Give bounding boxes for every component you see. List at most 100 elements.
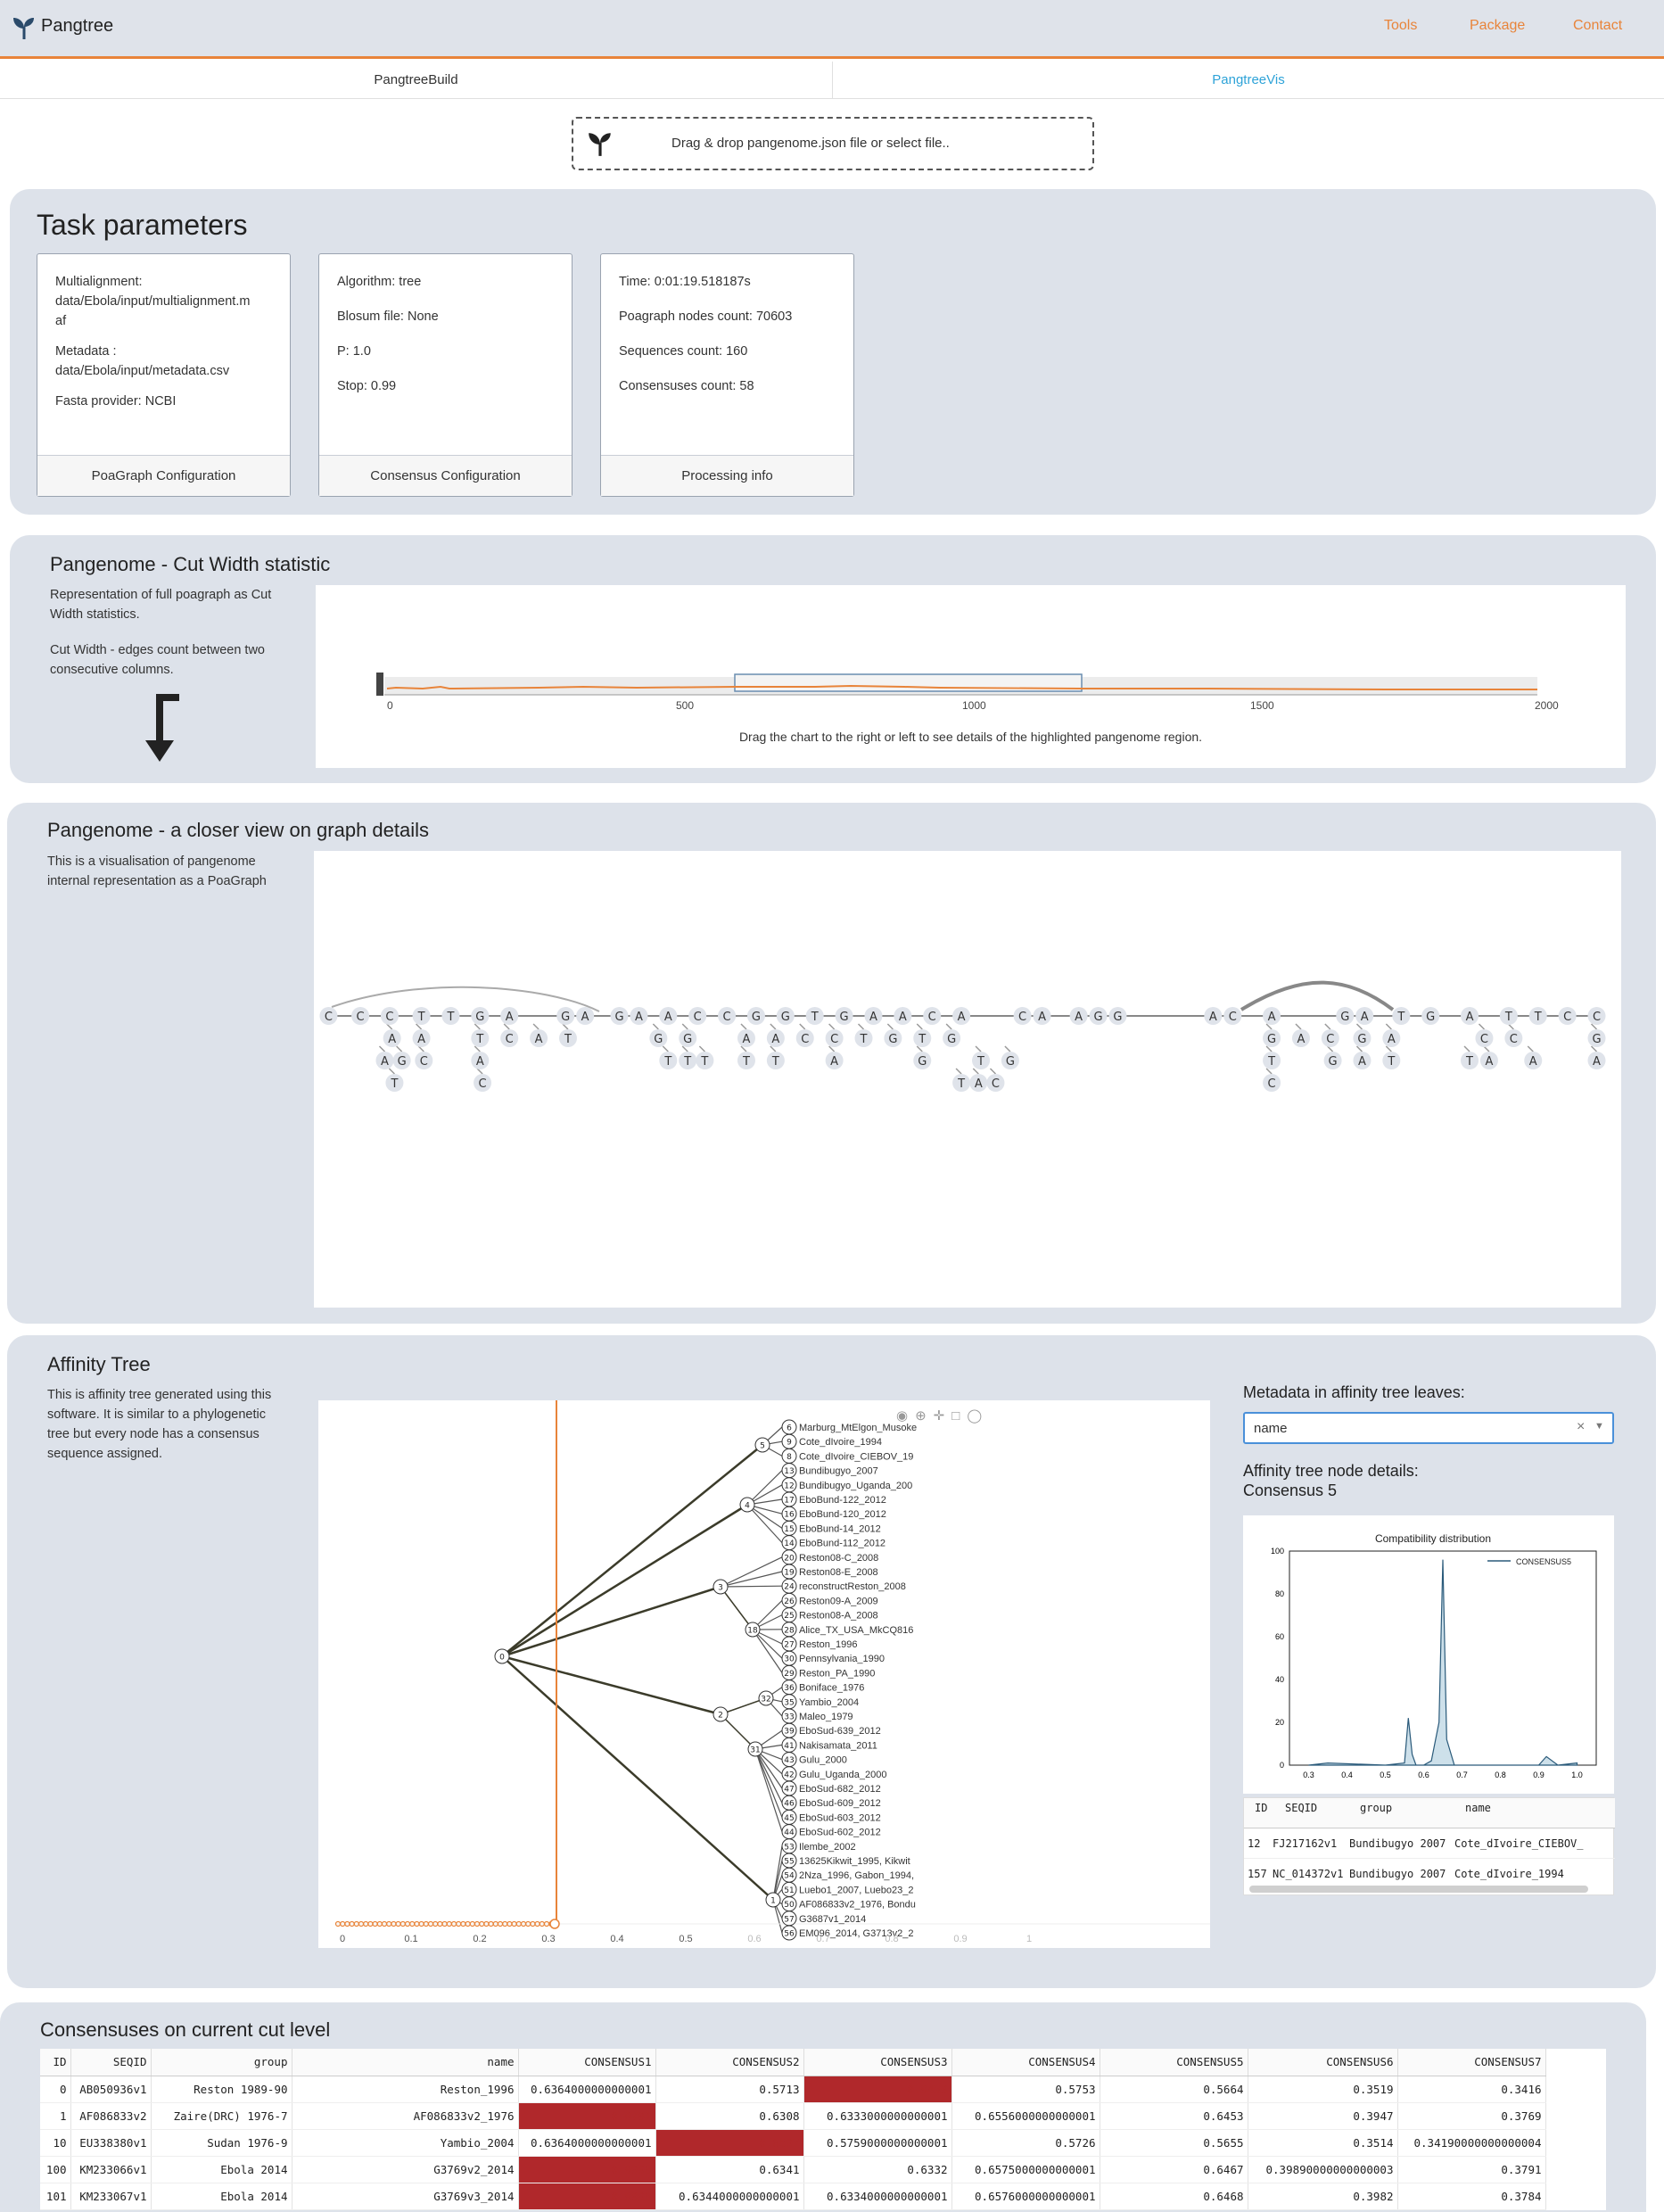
col-header[interactable]: ID	[40, 2049, 71, 2076]
tree-leaf-label: EboSud-682_2012	[799, 1784, 881, 1795]
tree-leaf-label: EboBund-112_2012	[799, 1539, 886, 1549]
poagraph-edge	[972, 1068, 979, 1075]
poagraph-node-label: A	[581, 1011, 589, 1024]
node-details-name: Consensus 5	[1243, 1482, 1338, 1499]
col-name[interactable]: name	[1465, 1802, 1491, 1814]
poagraph-edge	[1355, 1023, 1363, 1030]
tree-leaf-label: Pennsylvania_1990	[799, 1654, 885, 1664]
table-cell: 10	[40, 2129, 71, 2157]
affinity-tree-plot[interactable]: ◉⊕✛□◯ 0 1 2 3 4 5 18 31 32 6 Marburg_MtElgon_Musok…	[318, 1400, 1210, 1948]
metadata-select[interactable]: name × ▼	[1243, 1412, 1614, 1444]
cutwidth-chart[interactable]: 0 500 1000 1500 2000 Drag the chart to t…	[316, 585, 1626, 768]
table-header-row: ID SEQID group name CONSENSUS1 CONSENSUS2 CONS…	[40, 2049, 1546, 2076]
tab-pangtree-vis[interactable]: PangtreeVis	[833, 62, 1664, 99]
table-cell: 1	[40, 2102, 71, 2130]
col-header[interactable]: CONSENSUS3	[803, 2049, 952, 2076]
table-cell: AB050936v1	[70, 2076, 152, 2103]
chevron-down-icon[interactable]: ▼	[1594, 1421, 1604, 1432]
poagraph-edge	[740, 1023, 747, 1030]
card-line: Time: 0:01:19.518187s	[619, 275, 751, 289]
sprout-logo-icon[interactable]	[11, 14, 37, 41]
col-header[interactable]: CONSENSUS7	[1397, 2049, 1546, 2076]
poagraph-node-label: C	[1326, 1033, 1334, 1046]
col-group[interactable]: group	[1360, 1802, 1392, 1814]
poagraph-node-label: A	[1075, 1011, 1083, 1024]
tree-edge	[720, 1571, 783, 1588]
poagraph-node-label: G	[1267, 1033, 1276, 1046]
nav-contact-link[interactable]: Contact	[1573, 18, 1622, 34]
poagraph-node-label: T	[1465, 1055, 1473, 1069]
card-line: Fasta provider: NCBI	[55, 394, 177, 409]
poagraph-node-label: A	[771, 1033, 779, 1046]
poagraph-edge	[388, 1068, 395, 1075]
app-title[interactable]: Pangtree	[41, 16, 113, 37]
arrow-down-icon	[145, 694, 179, 762]
table-cell: 0.9998	[518, 2156, 656, 2183]
tree-leaf-id: 6	[787, 1424, 792, 1433]
tree-leaf-id: 56	[784, 1930, 795, 1939]
tab-pangtree-build[interactable]: PangtreeBuild	[0, 62, 833, 99]
cutwidth-desc: Representation of full poagraph as Cut W…	[50, 588, 272, 622]
table-row[interactable]: 157 NC_014372v1 Bundibugyo 2007 Cote_dIv…	[1244, 1859, 1615, 1889]
tree-node-label: 2	[718, 1712, 723, 1721]
consensuses-table[interactable]: ID SEQID group name CONSENSUS1 CONSENSUS2 CONS…	[40, 2049, 1546, 2210]
nav-tools-link[interactable]: Tools	[1384, 18, 1417, 34]
tree-leaf-id: 43	[784, 1756, 794, 1765]
file-dropzone[interactable]: Drag & drop pangenome.json file or selec…	[572, 117, 1094, 170]
cut-slider-handle[interactable]	[549, 1919, 560, 1929]
table-cell: Zaire(DRC) 1976-7	[151, 2102, 292, 2130]
tree-leaf-id: 28	[784, 1626, 795, 1635]
col-header[interactable]: group	[151, 2049, 292, 2076]
poagraph-node-label: A	[743, 1033, 751, 1046]
poagraph-node-label: A	[381, 1055, 389, 1069]
col-header[interactable]: CONSENSUS6	[1248, 2049, 1398, 2076]
table-cell: 0.5713	[655, 2076, 804, 2103]
col-header[interactable]: CONSENSUS4	[951, 2049, 1100, 2076]
tree-leaf-id: 14	[784, 1539, 795, 1548]
col-seqid[interactable]: SEQID	[1285, 1802, 1317, 1814]
x-tick-label: 0.9	[1533, 1770, 1545, 1779]
clear-icon[interactable]: ×	[1577, 1419, 1585, 1435]
table-row[interactable]: 1 AF086833v2 Zaire(DRC) 1976-7 AF086833v2_1…	[40, 2102, 1546, 2130]
horizontal-scrollbar[interactable]	[1249, 1886, 1588, 1893]
col-header[interactable]: SEQID	[70, 2049, 152, 2076]
poagraph-node-label: C	[928, 1011, 936, 1024]
table-row[interactable]: 0 AB050936v1 Reston 1989-90 Reston_1996 0.63…	[40, 2076, 1546, 2103]
tree-leaf-id: 30	[784, 1655, 795, 1664]
table-cell: 0.6575000000000001	[951, 2156, 1100, 2183]
col-header[interactable]: CONSENSUS5	[1100, 2049, 1248, 2076]
nav-package-link[interactable]: Package	[1470, 18, 1525, 34]
tree-leaf-id: 47	[784, 1786, 794, 1795]
card-line: af	[55, 314, 67, 328]
tree-leaf-id: 53	[784, 1843, 794, 1852]
table-row[interactable]: 100 KM233066v1 Ebola 2014 G3769v2_2014 0.999…	[40, 2156, 1546, 2183]
poagraph-node-label: C	[357, 1011, 365, 1024]
col-id[interactable]: ID	[1255, 1802, 1267, 1814]
tree-leaf-id: 41	[784, 1742, 794, 1751]
tree-edge	[720, 1586, 754, 1630]
table-row[interactable]: 101 KM233067v1 Ebola 2014 G3769v3_2014 0.999…	[40, 2183, 1546, 2210]
node-sequences-table[interactable]: ID SEQID group name 12 FJ217162v1 Bundib…	[1243, 1797, 1615, 1895]
x-tick-label: 0.6	[747, 1934, 761, 1944]
table-row[interactable]: 10 EU338380v1 Sudan 1976-9 Yambio_2004 0.636…	[40, 2129, 1546, 2157]
poagraph-view[interactable]: CCCTTGAGAGAACCGGTGAACACAAGGACAGATGATTCCA…	[314, 851, 1621, 1308]
poagraph-edge	[1385, 1023, 1392, 1030]
tree-leaf-label: Bundibugyo_2007	[799, 1466, 878, 1477]
x-tick-label: 0.7	[1456, 1770, 1468, 1779]
table-cell: 0.6364000000000001	[518, 2129, 656, 2157]
col-header[interactable]: CONSENSUS1	[518, 2049, 656, 2076]
table-cell: Ebola 2014	[151, 2156, 292, 2183]
table-cell: 0.6556000000000001	[951, 2102, 1100, 2130]
poagraph-node-label: T	[976, 1055, 984, 1069]
poagraph-node-label: A	[1038, 1011, 1046, 1024]
table-row[interactable]: 12 FJ217162v1 Bundibugyo 2007 Cote_dIvoi…	[1244, 1828, 1615, 1859]
tree-leaf-label: Boniface_1976	[799, 1683, 864, 1694]
y-tick-label: 60	[1275, 1632, 1284, 1641]
metadata-label: Metadata in affinity tree leaves:	[1243, 1383, 1465, 1401]
poagraph-edge	[1527, 1045, 1534, 1052]
poagraph-node-label: G	[752, 1011, 761, 1024]
col-header[interactable]: CONSENSUS2	[655, 2049, 804, 2076]
table-cell: 0.5664	[1100, 2076, 1248, 2103]
col-header[interactable]: name	[292, 2049, 519, 2076]
poagraph-node-label: C	[1018, 1011, 1026, 1024]
